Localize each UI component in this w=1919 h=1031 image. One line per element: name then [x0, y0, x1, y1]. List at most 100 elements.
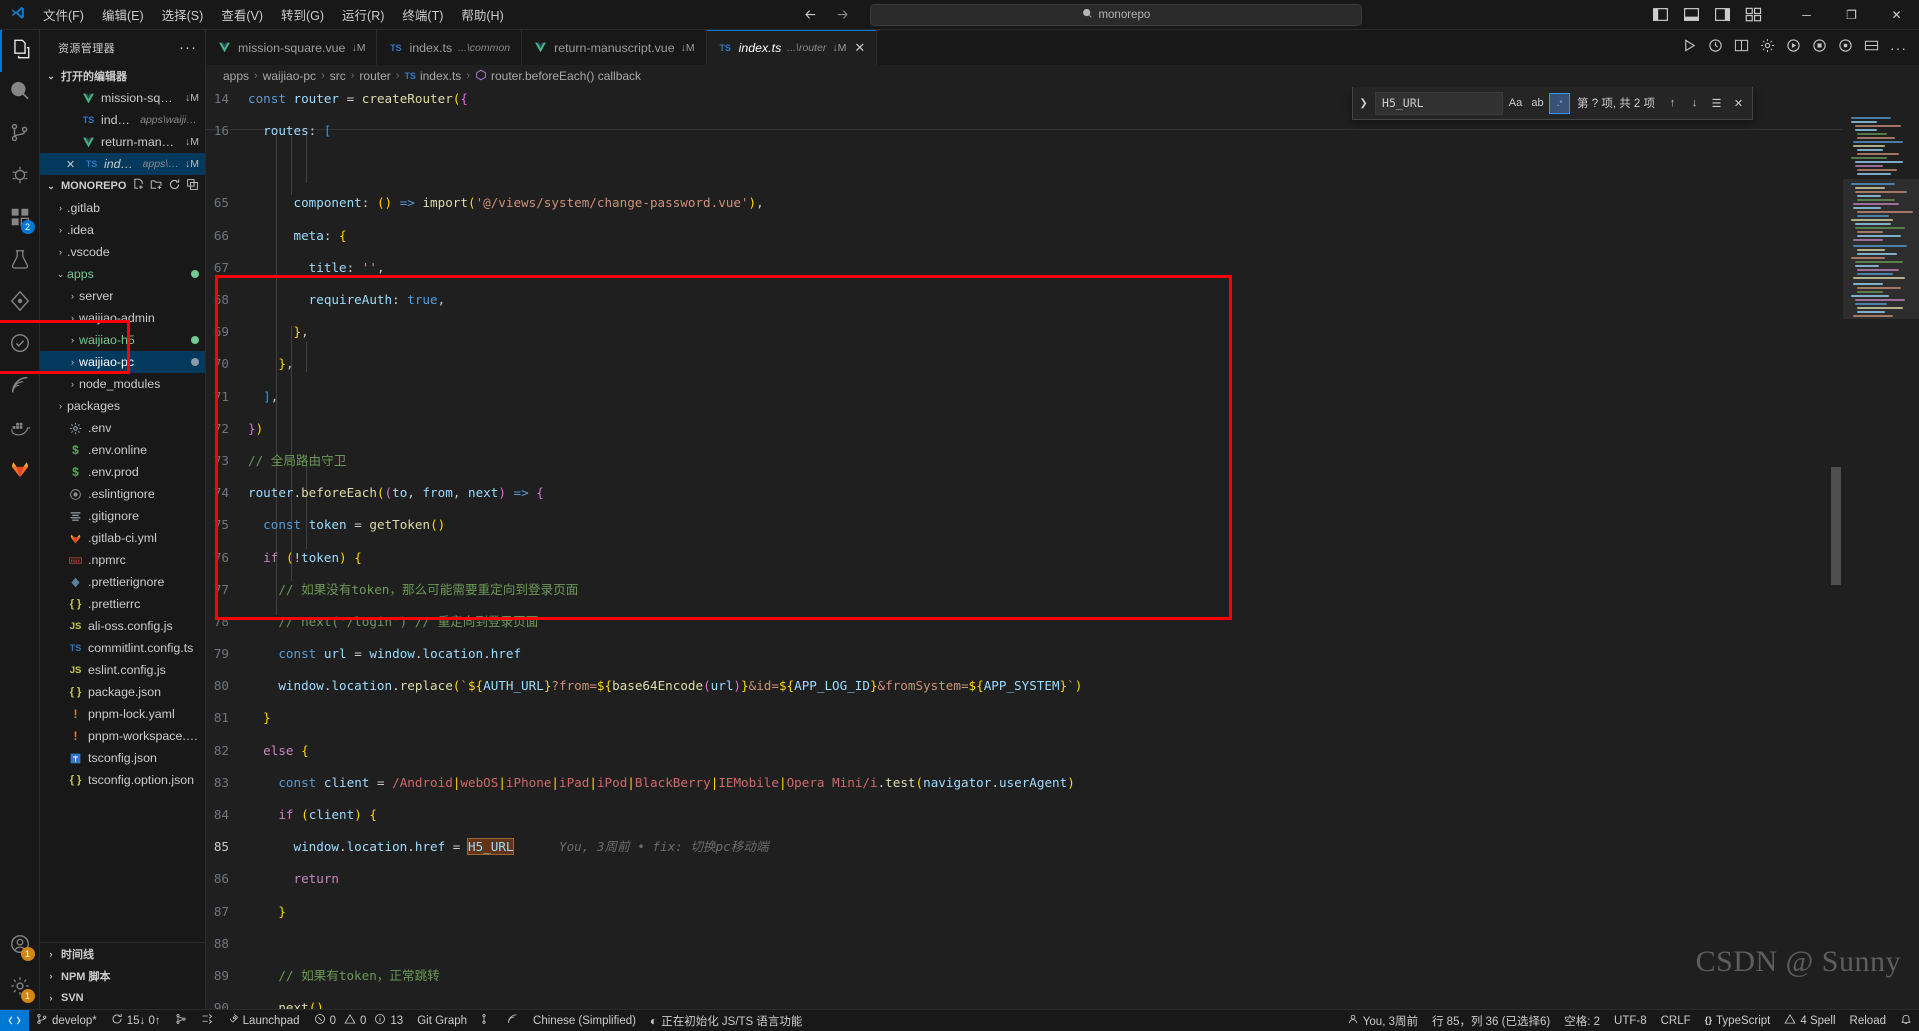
activity-item-gitlens[interactable] — [0, 282, 40, 324]
match-case-option[interactable]: Aa — [1506, 94, 1525, 113]
tree-item-eslint-config-file[interactable]: JS eslint.config.js — [40, 659, 205, 681]
tree-item-env-online-file[interactable]: $ .env.online — [40, 439, 205, 461]
menu-edit[interactable]: 编辑(E) — [93, 0, 153, 30]
menu-help[interactable]: 帮助(H) — [452, 0, 512, 30]
find-widget[interactable]: ❯ H5_URL Aa ab . * 第 ? 项, 共 2 项 ↑ ↓ ☰ ✕ — [1352, 87, 1753, 120]
activity-item-accounts[interactable]: 1 — [0, 925, 40, 967]
tree-item-package-json-file[interactable]: { } package.json — [40, 681, 205, 703]
tree-item-node-modules-folder[interactable]: › node_modules — [40, 373, 205, 395]
debug-stop-icon[interactable] — [1812, 38, 1827, 58]
quick-input-search[interactable]: monorepo — [870, 3, 1363, 26]
tree-item-pnpm-lock-file[interactable]: ! pnpm-lock.yaml — [40, 703, 205, 725]
status-git-graph[interactable]: Git Graph — [410, 1010, 474, 1031]
status-language-mode[interactable]: {} TypeScript — [1698, 1010, 1778, 1031]
breadcrumb-index-ts[interactable]: TS index.ts — [404, 69, 461, 83]
breadcrumb-waijiao-pc[interactable]: waijiao-pc — [263, 69, 316, 83]
tree-item-gitlab-folder[interactable]: › .gitlab — [40, 197, 205, 219]
breadcrumb-apps[interactable]: apps — [223, 69, 249, 83]
arrow-left-icon[interactable] — [802, 7, 818, 23]
tree-item-eslintignore-file[interactable]: .eslintignore — [40, 483, 205, 505]
open-editor-item[interactable]: return-manuscri... ↓M — [40, 131, 205, 153]
activity-item-todo-tree[interactable] — [0, 324, 40, 366]
status-gitlab-pipeline[interactable] — [474, 1010, 500, 1031]
debug-start-icon[interactable] — [1786, 38, 1801, 58]
more-actions-icon[interactable]: ··· — [1890, 41, 1907, 55]
tree-item-commitlint-config-file[interactable]: TS commitlint.config.ts — [40, 637, 205, 659]
editor-vertical-scrollbar[interactable] — [1829, 87, 1843, 1009]
run-icon[interactable] — [1682, 38, 1697, 58]
open-editor-item-active[interactable]: ✕ TS index.ts apps\wa... ↓M — [40, 153, 205, 175]
toggle-secondary-sidebar-icon[interactable] — [1714, 6, 1731, 23]
tree-item-apps-folder[interactable]: ⌄ apps — [40, 263, 205, 285]
status-ts-initializing[interactable]: ◐ 正在初始化 JS/TS 语言功能 — [643, 1010, 809, 1031]
sidebar-more-actions-icon[interactable]: ··· — [179, 39, 197, 56]
activity-item-settings[interactable]: 1 — [0, 967, 40, 1009]
tab-index-ts-common[interactable]: TS index.ts ...\common — [377, 30, 523, 65]
breadcrumb-src[interactable]: src — [330, 69, 346, 83]
activity-item-extensions[interactable]: 2 — [0, 198, 40, 240]
tab-mission-square-vue[interactable]: mission-square.vue ↓M — [206, 30, 378, 65]
section-svn[interactable]: › SVN — [40, 987, 205, 1009]
split-right-icon[interactable] — [1734, 38, 1749, 58]
tab-close-icon[interactable]: ✕ — [854, 40, 865, 56]
code-editor[interactable]: 14 const router = createRouter({ 16 route… — [206, 87, 1919, 1009]
tree-item-vscode-folder[interactable]: › .vscode — [40, 241, 205, 263]
open-editor-item[interactable]: TS index.ts apps\waijiao-a... — [40, 109, 205, 131]
scrollbar-thumb[interactable] — [1831, 467, 1841, 585]
tree-item-idea-folder[interactable]: › .idea — [40, 219, 205, 241]
tree-item-server-folder[interactable]: › server — [40, 285, 205, 307]
history-icon[interactable] — [1708, 38, 1723, 58]
layout-icon[interactable] — [1864, 38, 1879, 58]
refresh-icon[interactable] — [168, 178, 181, 194]
menu-view[interactable]: 查看(V) — [212, 0, 272, 30]
tree-item-prettierrc-file[interactable]: { } .prettierrc — [40, 593, 205, 615]
match-whole-word-option[interactable]: ab — [1528, 94, 1547, 113]
tree-item-env-prod-file[interactable]: $ .env.prod — [40, 461, 205, 483]
tree-item-ali-oss-config-file[interactable]: JS ali-oss.config.js — [40, 615, 205, 637]
menu-terminal[interactable]: 终端(T) — [393, 0, 452, 30]
menu-bar[interactable]: 文件(F) 编辑(E) 选择(S) 查看(V) 转到(G) 运行(R) 终端(T… — [34, 0, 513, 30]
menu-go[interactable]: 转到(G) — [272, 0, 333, 30]
activity-item-source-control[interactable] — [0, 114, 40, 156]
find-input[interactable]: H5_URL — [1375, 91, 1504, 115]
status-launchpad[interactable]: Launchpad — [220, 1010, 307, 1031]
activity-item-gitlab-workflow[interactable] — [0, 450, 40, 492]
activity-item-docker[interactable] — [0, 408, 40, 450]
menu-run[interactable]: 运行(R) — [333, 0, 393, 30]
tree-item-tsconfig-json-file[interactable]: tsconfig.json — [40, 747, 205, 769]
tree-item-prettierignore-file[interactable]: .prettierignore — [40, 571, 205, 593]
close-icon[interactable]: ✕ — [62, 158, 79, 171]
menu-file[interactable]: 文件(F) — [34, 0, 93, 30]
status-problems[interactable]: 0 0 13 — [307, 1010, 411, 1031]
chevron-right-icon[interactable]: ❯ — [1355, 91, 1372, 115]
activity-item-explorer[interactable] — [0, 30, 40, 72]
status-reload-window[interactable]: Reload — [1843, 1010, 1893, 1031]
status-sonarlint[interactable] — [500, 1010, 526, 1031]
tree-item-tsconfig-option-file[interactable]: { } tsconfig.option.json — [40, 769, 205, 791]
find-previous-icon[interactable]: ↑ — [1663, 94, 1682, 113]
status-cursor-position[interactable]: 行 85，列 36 (已选择6) — [1425, 1010, 1557, 1031]
tree-item-env-file[interactable]: .env — [40, 417, 205, 439]
status-branch[interactable]: develop* — [29, 1010, 104, 1031]
window-minimize-button[interactable]: ─ — [1784, 0, 1829, 30]
tree-item-pnpm-workspace-file[interactable]: ! pnpm-workspace.yaml — [40, 725, 205, 747]
tree-item-waijiao-h5-folder[interactable]: › waijiao-h5 — [40, 329, 205, 351]
status-sync-changes[interactable]: 15↓ 0↑ — [104, 1010, 168, 1031]
tree-item-gitlab-ci-file[interactable]: .gitlab-ci.yml — [40, 527, 205, 549]
window-close-button[interactable]: ✕ — [1874, 0, 1919, 30]
tab-return-manuscript-vue[interactable]: return-manuscript.vue ↓M — [522, 30, 707, 65]
new-file-icon[interactable] — [132, 178, 145, 194]
activity-item-run-and-debug[interactable] — [0, 156, 40, 198]
find-in-selection-icon[interactable]: ☰ — [1707, 94, 1726, 113]
editor-minimap[interactable] — [1843, 87, 1919, 1009]
new-folder-icon[interactable] — [150, 178, 163, 194]
open-editor-item[interactable]: mission-square.... ↓M — [40, 87, 205, 109]
use-regex-option[interactable]: . * — [1549, 92, 1571, 114]
activity-item-test[interactable] — [0, 240, 40, 282]
customize-layout-icon[interactable] — [1745, 6, 1762, 23]
status-encoding[interactable]: UTF-8 — [1607, 1010, 1654, 1031]
tree-item-npmrc-file[interactable]: .npmrc — [40, 549, 205, 571]
tree-item-waijiao-admin-folder[interactable]: › waijiao-admin — [40, 307, 205, 329]
find-next-icon[interactable]: ↓ — [1685, 94, 1704, 113]
activity-item-search[interactable] — [0, 72, 40, 114]
